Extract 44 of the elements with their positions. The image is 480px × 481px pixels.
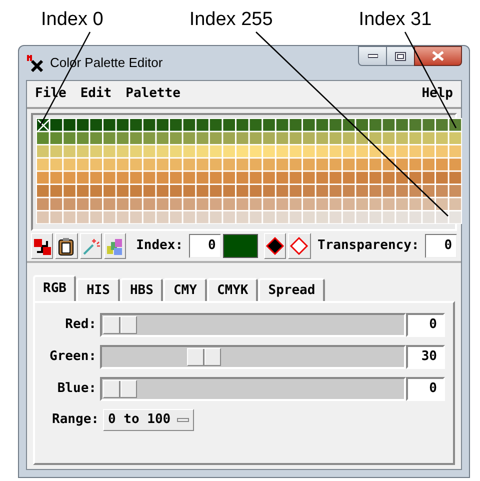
slider-label: Blue: <box>56 380 98 398</box>
clipboard-icon <box>56 236 76 256</box>
value-field[interactable]: 30 <box>406 345 445 369</box>
close-button[interactable] <box>414 46 462 66</box>
maximize-button[interactable] <box>387 46 414 66</box>
app-icon <box>26 54 46 72</box>
toolbar-button[interactable] <box>31 233 54 259</box>
index-field[interactable]: 0 <box>189 234 221 258</box>
annotation-label: Index 31 <box>358 8 432 32</box>
menu-item[interactable]: Palette <box>126 84 180 104</box>
slider-label: Red: <box>64 316 98 334</box>
tab[interactable]: Spread <box>258 278 326 301</box>
value-field[interactable]: 0 <box>406 313 445 337</box>
maximize-icon <box>395 52 406 60</box>
tab[interactable]: HBS <box>120 278 164 301</box>
tab[interactable]: HIS <box>76 278 120 301</box>
slider-thumb[interactable] <box>186 348 221 366</box>
copy-squares-icon <box>32 236 52 256</box>
transparency-label: Transparency: <box>318 237 420 256</box>
transparency-field[interactable]: 0 <box>425 234 458 258</box>
range-label: Range: <box>51 411 100 430</box>
tab[interactable]: CMYK <box>206 278 258 301</box>
color-chips-icon <box>105 236 124 256</box>
dropdown-icon <box>176 418 189 422</box>
palette-grid-drawing[interactable] <box>36 118 462 224</box>
menu-item[interactable]: Edit <box>80 84 112 104</box>
outline-diamond-icon <box>289 236 310 256</box>
slider-label: Green: <box>48 348 98 366</box>
slider-thumb[interactable] <box>103 380 138 398</box>
filled-diamond-icon <box>265 236 286 256</box>
toolbar-button[interactable] <box>264 233 286 259</box>
tab[interactable]: RGB <box>33 275 76 301</box>
annotation-label: Index 255 <box>189 8 273 32</box>
minimize-icon <box>368 54 378 58</box>
tab[interactable]: CMY <box>163 278 207 301</box>
close-icon <box>432 51 444 61</box>
value-field[interactable]: 0 <box>406 377 445 401</box>
slider-thumb[interactable] <box>103 316 138 334</box>
magic-wand-icon <box>81 236 100 256</box>
toolbar-button[interactable] <box>55 233 78 259</box>
range-dropdown[interactable]: 0 to 100 <box>103 409 194 431</box>
annotation-label: Index 0 <box>41 8 104 32</box>
minimize-button[interactable] <box>358 46 387 66</box>
index-label: Index: <box>136 237 184 256</box>
